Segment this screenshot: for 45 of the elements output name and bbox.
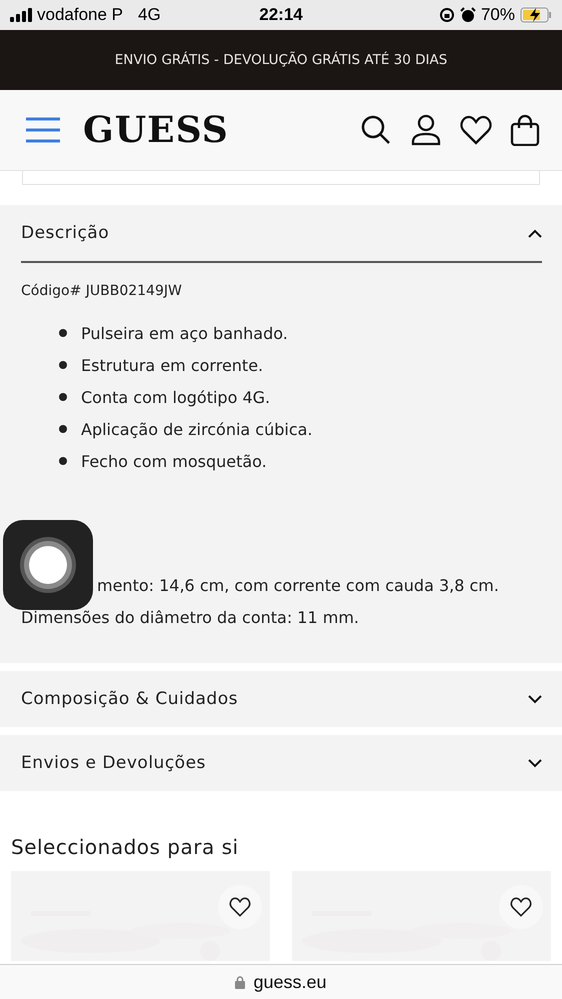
feature-text: Pulseira em aço banhado. (81, 324, 288, 342)
chevron-icon (528, 694, 542, 704)
clock-time: 22:14 (259, 5, 303, 25)
product-code: Código# JUBB02149JW (21, 283, 183, 299)
account-icon[interactable] (410, 114, 442, 146)
feature-text: Conta com logótipo 4G. (81, 388, 270, 406)
heart-icon (510, 897, 532, 917)
section-heading: Seleccionados para si (11, 835, 240, 859)
search-icon[interactable] (360, 114, 392, 146)
bullet-icon (59, 425, 67, 433)
accordion-header[interactable]: Descrição (21, 205, 542, 263)
detail-text: Dimensões do diâmetro da conta: 11 mm. (21, 608, 359, 626)
accordion-header[interactable]: Composição & Cuidados (21, 671, 562, 727)
assistive-touch-button[interactable] (3, 520, 93, 610)
ring-icon (18, 535, 78, 595)
promo-text: ENVIO GRÁTIS - DEVOLUÇÃO GRÁTIS ATÉ 30 DIAS (114, 52, 448, 68)
network-type: 4G (138, 5, 161, 25)
alarm-clock-icon (460, 7, 476, 23)
feature-text: Fecho com mosquetão. (81, 452, 267, 470)
carrier-name: vodafone P (37, 5, 124, 25)
feature-text: Estrutura em corrente. (81, 356, 264, 374)
section-title: Envios e Devoluções (21, 753, 206, 773)
url-text: guess.eu (253, 972, 327, 992)
signal-icon (10, 8, 32, 22)
rotation-lock-icon (438, 7, 455, 23)
battery-charging-icon (520, 7, 552, 23)
heart-icon[interactable] (460, 115, 492, 145)
feature-text: Aplicação de zircónia cúbica. (81, 420, 313, 438)
heart-icon (229, 897, 251, 917)
shopping-bag-icon[interactable] (510, 114, 540, 146)
section-title: Composição & Cuidados (21, 689, 238, 709)
menu-icon[interactable] (25, 116, 61, 144)
lock-icon (235, 976, 246, 988)
accordion-header[interactable]: Envios e Devoluções (21, 735, 562, 791)
brand-logo[interactable]: GUESS (83, 109, 229, 151)
detail-text: mento: 14,6 cm, com corrente com cauda 3,8 cm. (97, 576, 499, 594)
bullet-icon (59, 361, 67, 369)
battery-percent: 70% (480, 5, 515, 25)
chevron-icon (528, 228, 542, 238)
bullet-icon (59, 457, 67, 465)
chevron-icon (528, 758, 542, 768)
address-bar[interactable]: guess.eu (0, 964, 562, 999)
bullet-icon (59, 393, 67, 401)
bullet-icon (59, 329, 67, 337)
section-title: Descrição (21, 223, 110, 243)
